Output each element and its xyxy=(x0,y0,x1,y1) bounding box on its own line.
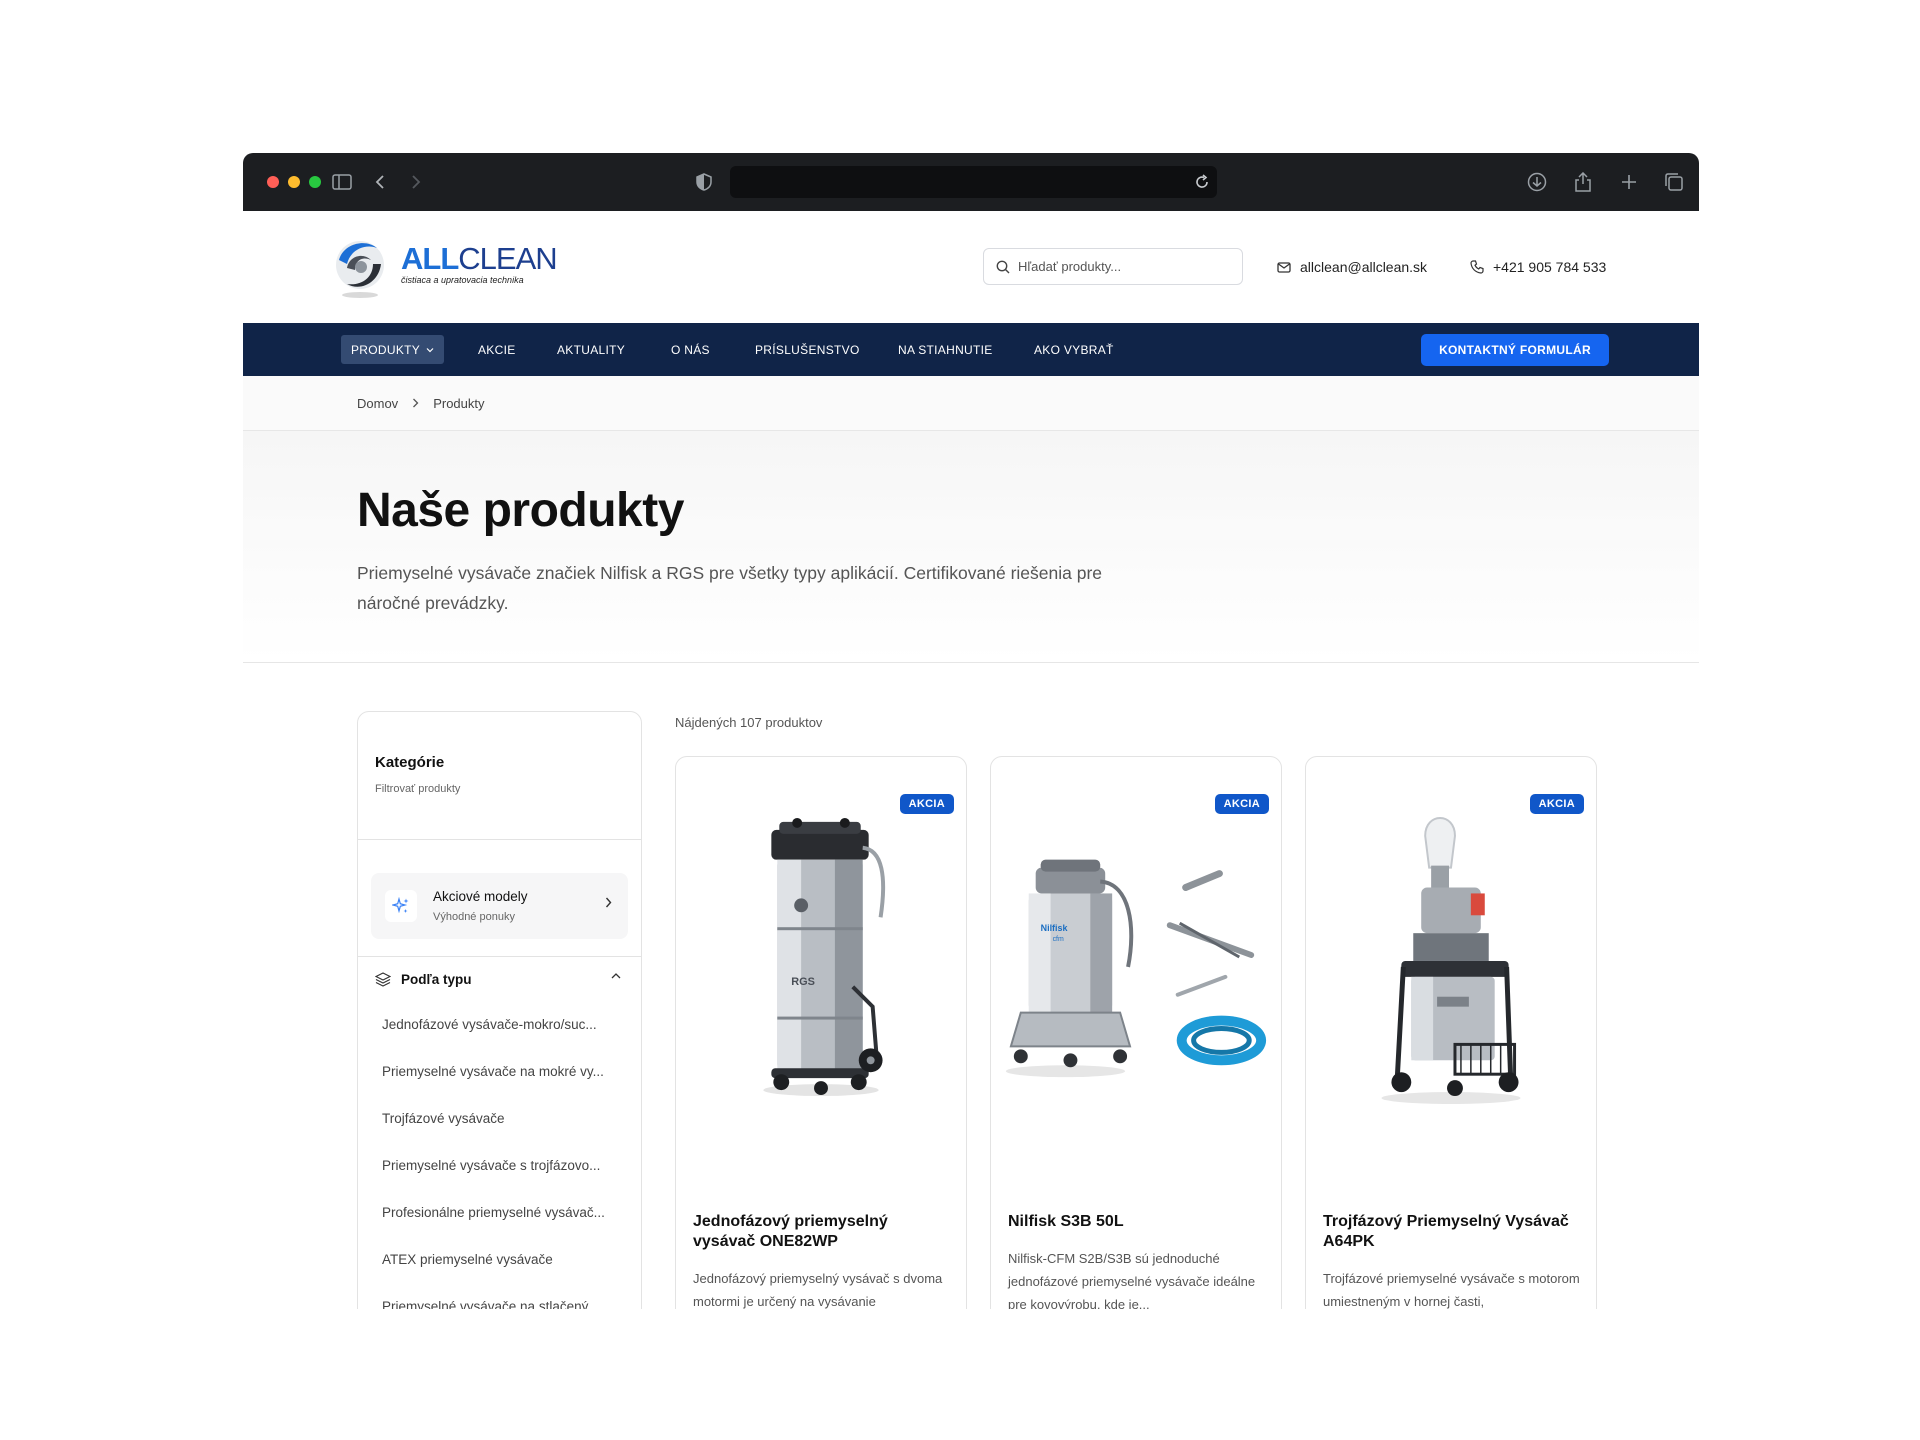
page-description: Priemyselné vysávače značiek Nilfisk a R… xyxy=(357,563,1103,613)
type-filter-label: Profesionálne priemyselné vysávač... xyxy=(382,1205,605,1220)
product-title[interactable]: Nilfisk S3B 50L xyxy=(1008,1212,1268,1232)
breadcrumb-current: Produkty xyxy=(433,395,485,411)
phone-icon xyxy=(1470,260,1484,274)
chevron-down-icon xyxy=(426,347,434,352)
product-title[interactable]: Jednofázový priemyselný vysávač ONE82WP xyxy=(693,1212,953,1252)
nav-item-prislusenstvo[interactable]: PRÍSLUŠENSTVO xyxy=(755,335,860,364)
search-input[interactable] xyxy=(1018,259,1218,274)
product-card[interactable]: AKCIA RGS Jednofázový priemyselný vysáva… xyxy=(675,756,967,1309)
breadcrumb: Domov Produkty xyxy=(243,376,1699,431)
email-text: allclean@allclean.sk xyxy=(1300,259,1428,275)
type-filter-label: Priemyselné vysávače s trojfázovo... xyxy=(382,1158,601,1173)
type-filter-item[interactable]: Jednofázové vysávače-mokro/suc... xyxy=(358,1001,641,1048)
close-window-button[interactable] xyxy=(267,176,279,188)
type-filter-item[interactable]: Priemyselné vysávače na mokré vy... xyxy=(358,1048,641,1095)
nav-item-o-nas[interactable]: O NÁS xyxy=(671,335,710,364)
logo-swirl-icon xyxy=(336,241,384,298)
product-description: Trojfázové priemyselné vysávače s motoro… xyxy=(1323,1271,1580,1309)
nav-label: PRÍSLUŠENSTVO xyxy=(755,342,860,357)
reload-icon[interactable] xyxy=(1195,174,1209,195)
type-filter-item[interactable]: Priemyselné vysávače na stlačený ... xyxy=(358,1283,641,1309)
nav-label: AKO VYBRAŤ xyxy=(1034,342,1114,357)
page-title: Naše produkty xyxy=(357,484,684,537)
layers-icon xyxy=(375,971,391,987)
type-filter-label: Trojfázové vysávače xyxy=(382,1111,505,1126)
allclean-logo[interactable]: ALLCLEAN čistiaca a upratovacia technika xyxy=(333,238,558,300)
product-search[interactable] xyxy=(983,248,1243,285)
forward-icon[interactable] xyxy=(405,171,427,193)
nav-label: AKCIE xyxy=(478,342,516,357)
type-filter-item[interactable]: Trojfázové vysávače xyxy=(358,1095,641,1142)
nav-item-na-stiahnutie[interactable]: NA STIAHNUTIE xyxy=(898,335,993,364)
chevron-up-icon xyxy=(611,973,621,979)
address-bar[interactable] xyxy=(730,166,1217,198)
breadcrumb-home[interactable]: Domov xyxy=(357,396,398,411)
breadcrumb-chevron-icon xyxy=(412,396,419,411)
logo-text-all: ALL xyxy=(401,241,459,276)
category-sidebar: Kategórie Filtrovať produkty Akciové mod… xyxy=(357,711,642,1309)
nav-label: O NÁS xyxy=(671,342,710,357)
type-filter-label: Priemyselné vysávače na mokré vy... xyxy=(382,1064,604,1079)
minimize-window-button[interactable] xyxy=(288,176,300,188)
svg-text:cfm: cfm xyxy=(1053,936,1064,943)
browser-window: ALLCLEAN čistiaca a upratovacia technika… xyxy=(243,153,1699,1309)
type-filter-label: ATEX priemyselné vysávače xyxy=(382,1252,553,1267)
promo-models-link[interactable]: Akciové modely Výhodné ponuky xyxy=(371,873,628,939)
product-image-one82wp: RGS xyxy=(763,817,886,1097)
logo-text-clean: CLEAN xyxy=(458,241,557,276)
promo-title: Akciové modely xyxy=(433,889,528,904)
page-hero: Naše produkty Priemyselné vysávače znači… xyxy=(243,431,1699,663)
type-filter-item[interactable]: ATEX priemyselné vysávače xyxy=(358,1236,641,1283)
type-filter-label: Priemyselné vysávače na stlačený ... xyxy=(382,1299,604,1309)
product-image-nilfisk-s3b: Nilfisk cfm xyxy=(1005,859,1267,1078)
logo-tagline: čistiaca a upratovacia technika xyxy=(401,275,524,285)
type-filter-heading: Podľa typu xyxy=(401,971,472,987)
product-card[interactable]: AKCIA Nilfisk cfm Nilfisk S3B 50L Nilfis… xyxy=(990,756,1282,1309)
window-controls xyxy=(267,176,321,188)
nav-label: PRODUKTY xyxy=(351,342,421,357)
main-navigation: PRODUKTY AKCIE AKTUALITY O NÁS PRÍSLUŠEN… xyxy=(243,323,1699,376)
phone-text: +421 905 784 533 xyxy=(1493,259,1607,275)
product-description: Nilfisk-CFM S2B/S3B sú jednoduché jednof… xyxy=(1008,1251,1256,1309)
site-header: ALLCLEAN čistiaca a upratovacia technika… xyxy=(243,211,1699,323)
phone-link[interactable]: +421 905 784 533 xyxy=(1470,259,1606,275)
browser-toolbar xyxy=(243,153,1699,211)
sparkles-icon xyxy=(385,890,417,922)
sidebar-title: Kategórie xyxy=(375,754,445,771)
maximize-window-button[interactable] xyxy=(309,176,321,188)
product-title[interactable]: Trojfázový Priemyselný Vysávač A64PK xyxy=(1323,1212,1583,1252)
chevron-right-icon xyxy=(605,897,612,908)
search-icon xyxy=(996,260,1010,273)
type-filter-toggle[interactable]: Podľa typu xyxy=(358,957,641,1001)
type-filter-item[interactable]: Profesionálne priemyselné vysávač... xyxy=(358,1189,641,1236)
product-description: Jednofázový priemyselný vysávač s dvoma … xyxy=(693,1271,943,1309)
sidebar-toggle-icon[interactable] xyxy=(331,171,353,193)
new-tab-icon[interactable] xyxy=(1618,171,1640,193)
nav-item-ako-vybrat[interactable]: AKO VYBRAŤ xyxy=(1034,335,1114,364)
type-filter-label: Jednofázové vysávače-mokro/suc... xyxy=(382,1017,597,1032)
results-count: Nájdených 107 produktov xyxy=(675,715,823,730)
products-section: Kategórie Filtrovať produkty Akciové mod… xyxy=(243,663,1699,1309)
svg-text:RGS: RGS xyxy=(791,976,815,988)
sidebar-subtitle: Filtrovať produkty xyxy=(375,783,461,795)
nav-label: AKTUALITY xyxy=(557,342,626,357)
nav-label: NA STIAHNUTIE xyxy=(898,342,993,357)
promo-subtitle: Výhodné ponuky xyxy=(433,911,515,923)
product-card[interactable]: AKCIA Trojfázový Priemyselný Vysávač A64… xyxy=(1305,756,1597,1309)
tab-overview-icon[interactable] xyxy=(1663,171,1685,193)
svg-text:Nilfisk: Nilfisk xyxy=(1041,923,1068,933)
privacy-shield-icon[interactable] xyxy=(693,171,715,193)
nav-item-produkty[interactable]: PRODUKTY xyxy=(341,335,445,364)
back-icon[interactable] xyxy=(369,171,391,193)
contact-form-button[interactable]: KONTAKTNÝ FORMULÁR xyxy=(1421,334,1609,366)
share-icon[interactable] xyxy=(1572,171,1594,193)
email-link[interactable]: allclean@allclean.sk xyxy=(1277,259,1427,275)
type-filter-item[interactable]: Priemyselné vysávače s trojfázovo... xyxy=(358,1142,641,1189)
nav-item-akcie[interactable]: AKCIE xyxy=(478,335,516,364)
product-image-a64pk xyxy=(1381,817,1521,1104)
nav-item-aktuality[interactable]: AKTUALITY xyxy=(557,335,625,364)
download-icon[interactable] xyxy=(1526,171,1548,193)
mail-icon xyxy=(1277,261,1291,273)
